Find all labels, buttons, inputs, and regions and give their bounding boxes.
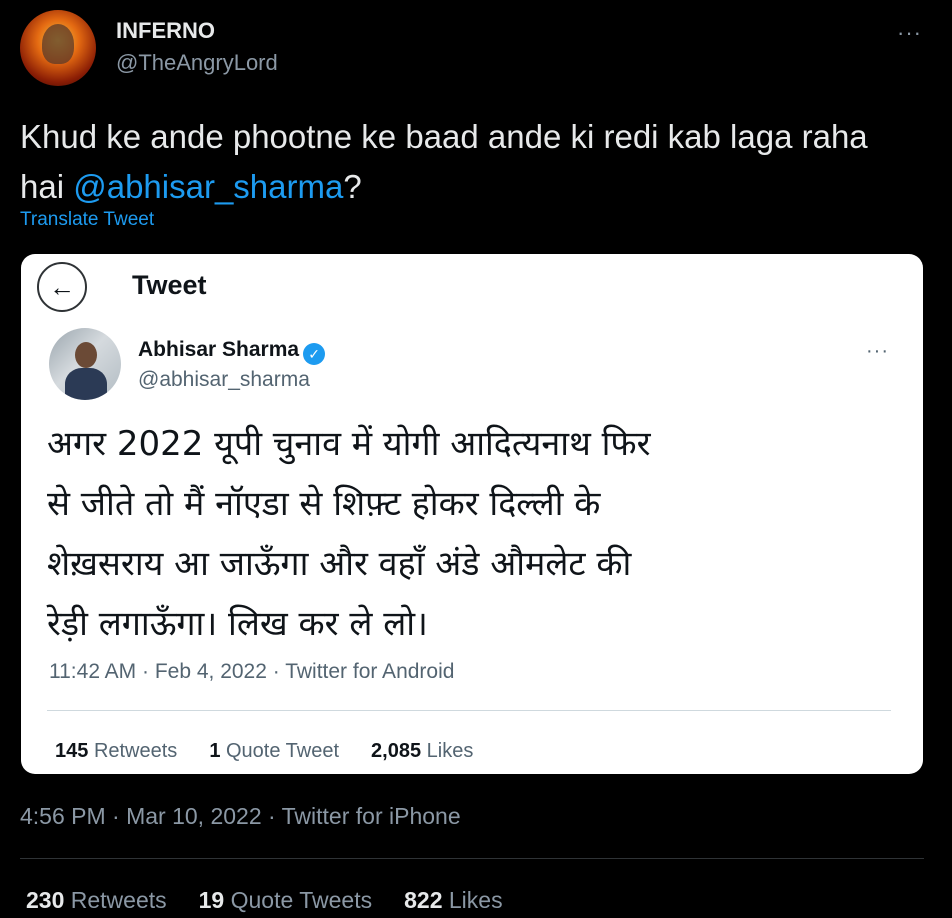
avatar-head — [75, 342, 97, 368]
likes-label: Likes — [448, 887, 503, 913]
quote-tweets-count: 19 — [198, 887, 225, 913]
tweet-text: Khud ke ande phootne ke baad ande ki red… — [20, 112, 920, 212]
quoted-author-name: Abhisar Sharma ✓ — [138, 338, 326, 365]
tweet-text-after: ? — [343, 168, 362, 205]
quoted-line: रेड़ी लगाऊँगा। लिख कर ले लो। — [47, 604, 428, 644]
quoted-quotes: 1 Quote Tweet — [209, 740, 339, 763]
back-arrow-icon: ← — [37, 262, 87, 312]
avatar-body — [65, 368, 107, 400]
author-name[interactable]: INFERNO — [116, 18, 215, 44]
quoted-likes-label: Likes — [426, 740, 474, 762]
likes-link[interactable]: 822 Likes — [404, 887, 502, 914]
quoted-avatar — [49, 328, 121, 400]
more-options-icon[interactable]: ··· — [897, 20, 922, 46]
quoted-line: शेख़सराय आ जाऊँगा और वहाँ अंडे औमलेट की — [47, 544, 632, 584]
quoted-header-title: Tweet — [132, 270, 207, 300]
divider — [20, 858, 924, 859]
divider — [47, 710, 891, 711]
quoted-tweet-image[interactable]: ← Tweet Abhisar Sharma ✓ @abhisar_sharma … — [21, 254, 923, 774]
quoted-quotes-label: Quote Tweet — [226, 740, 340, 762]
quoted-timestamp: 11:42 AM · Feb 4, 2022 · Twitter for And… — [49, 660, 455, 683]
quoted-retweets-count: 145 — [55, 740, 89, 762]
verified-badge-icon: ✓ — [303, 343, 326, 365]
mention-link[interactable]: @abhisar_sharma — [73, 168, 343, 205]
likes-count: 822 — [404, 887, 443, 913]
quoted-likes-count: 2,085 — [371, 740, 422, 762]
tweet-stats: 230 Retweets 19 Quote Tweets 822 Likes — [26, 887, 503, 914]
quoted-line: अगर 2022 यूपी चुनाव में योगी आदित्यनाथ फ… — [47, 424, 651, 464]
quoted-line: से जीते तो मैं नॉएडा से शिफ़्ट होकर दिल्… — [47, 484, 601, 524]
author-avatar[interactable] — [20, 10, 96, 86]
tweet-timestamp[interactable]: 4:56 PM · Mar 10, 2022 · Twitter for iPh… — [20, 803, 461, 830]
quoted-more-icon: ··· — [866, 340, 889, 362]
quoted-retweets-label: Retweets — [93, 740, 178, 762]
author-handle[interactable]: @TheAngryLord — [116, 50, 278, 76]
quote-tweets-label: Quote Tweets — [230, 887, 373, 913]
quoted-retweets: 145 Retweets — [55, 740, 177, 763]
retweets-count: 230 — [26, 887, 65, 913]
quoted-likes: 2,085 Likes — [371, 740, 473, 763]
quoted-author-handle: @abhisar_sharma — [138, 368, 310, 391]
avatar-figure — [42, 24, 74, 64]
quoted-tweet-text: अगर 2022 यूपी चुनाव में योगी आदित्यनाथ फ… — [47, 414, 747, 654]
translate-tweet-link[interactable]: Translate Tweet — [20, 209, 154, 231]
quote-tweets-link[interactable]: 19 Quote Tweets — [199, 887, 372, 914]
quoted-name-text: Abhisar Sharma — [138, 338, 300, 361]
quoted-stats: 145 Retweets 1 Quote Tweet 2,085 Likes — [55, 740, 473, 763]
retweets-link[interactable]: 230 Retweets — [26, 887, 167, 914]
retweets-label: Retweets — [70, 887, 167, 913]
quoted-quotes-count: 1 — [209, 740, 221, 762]
